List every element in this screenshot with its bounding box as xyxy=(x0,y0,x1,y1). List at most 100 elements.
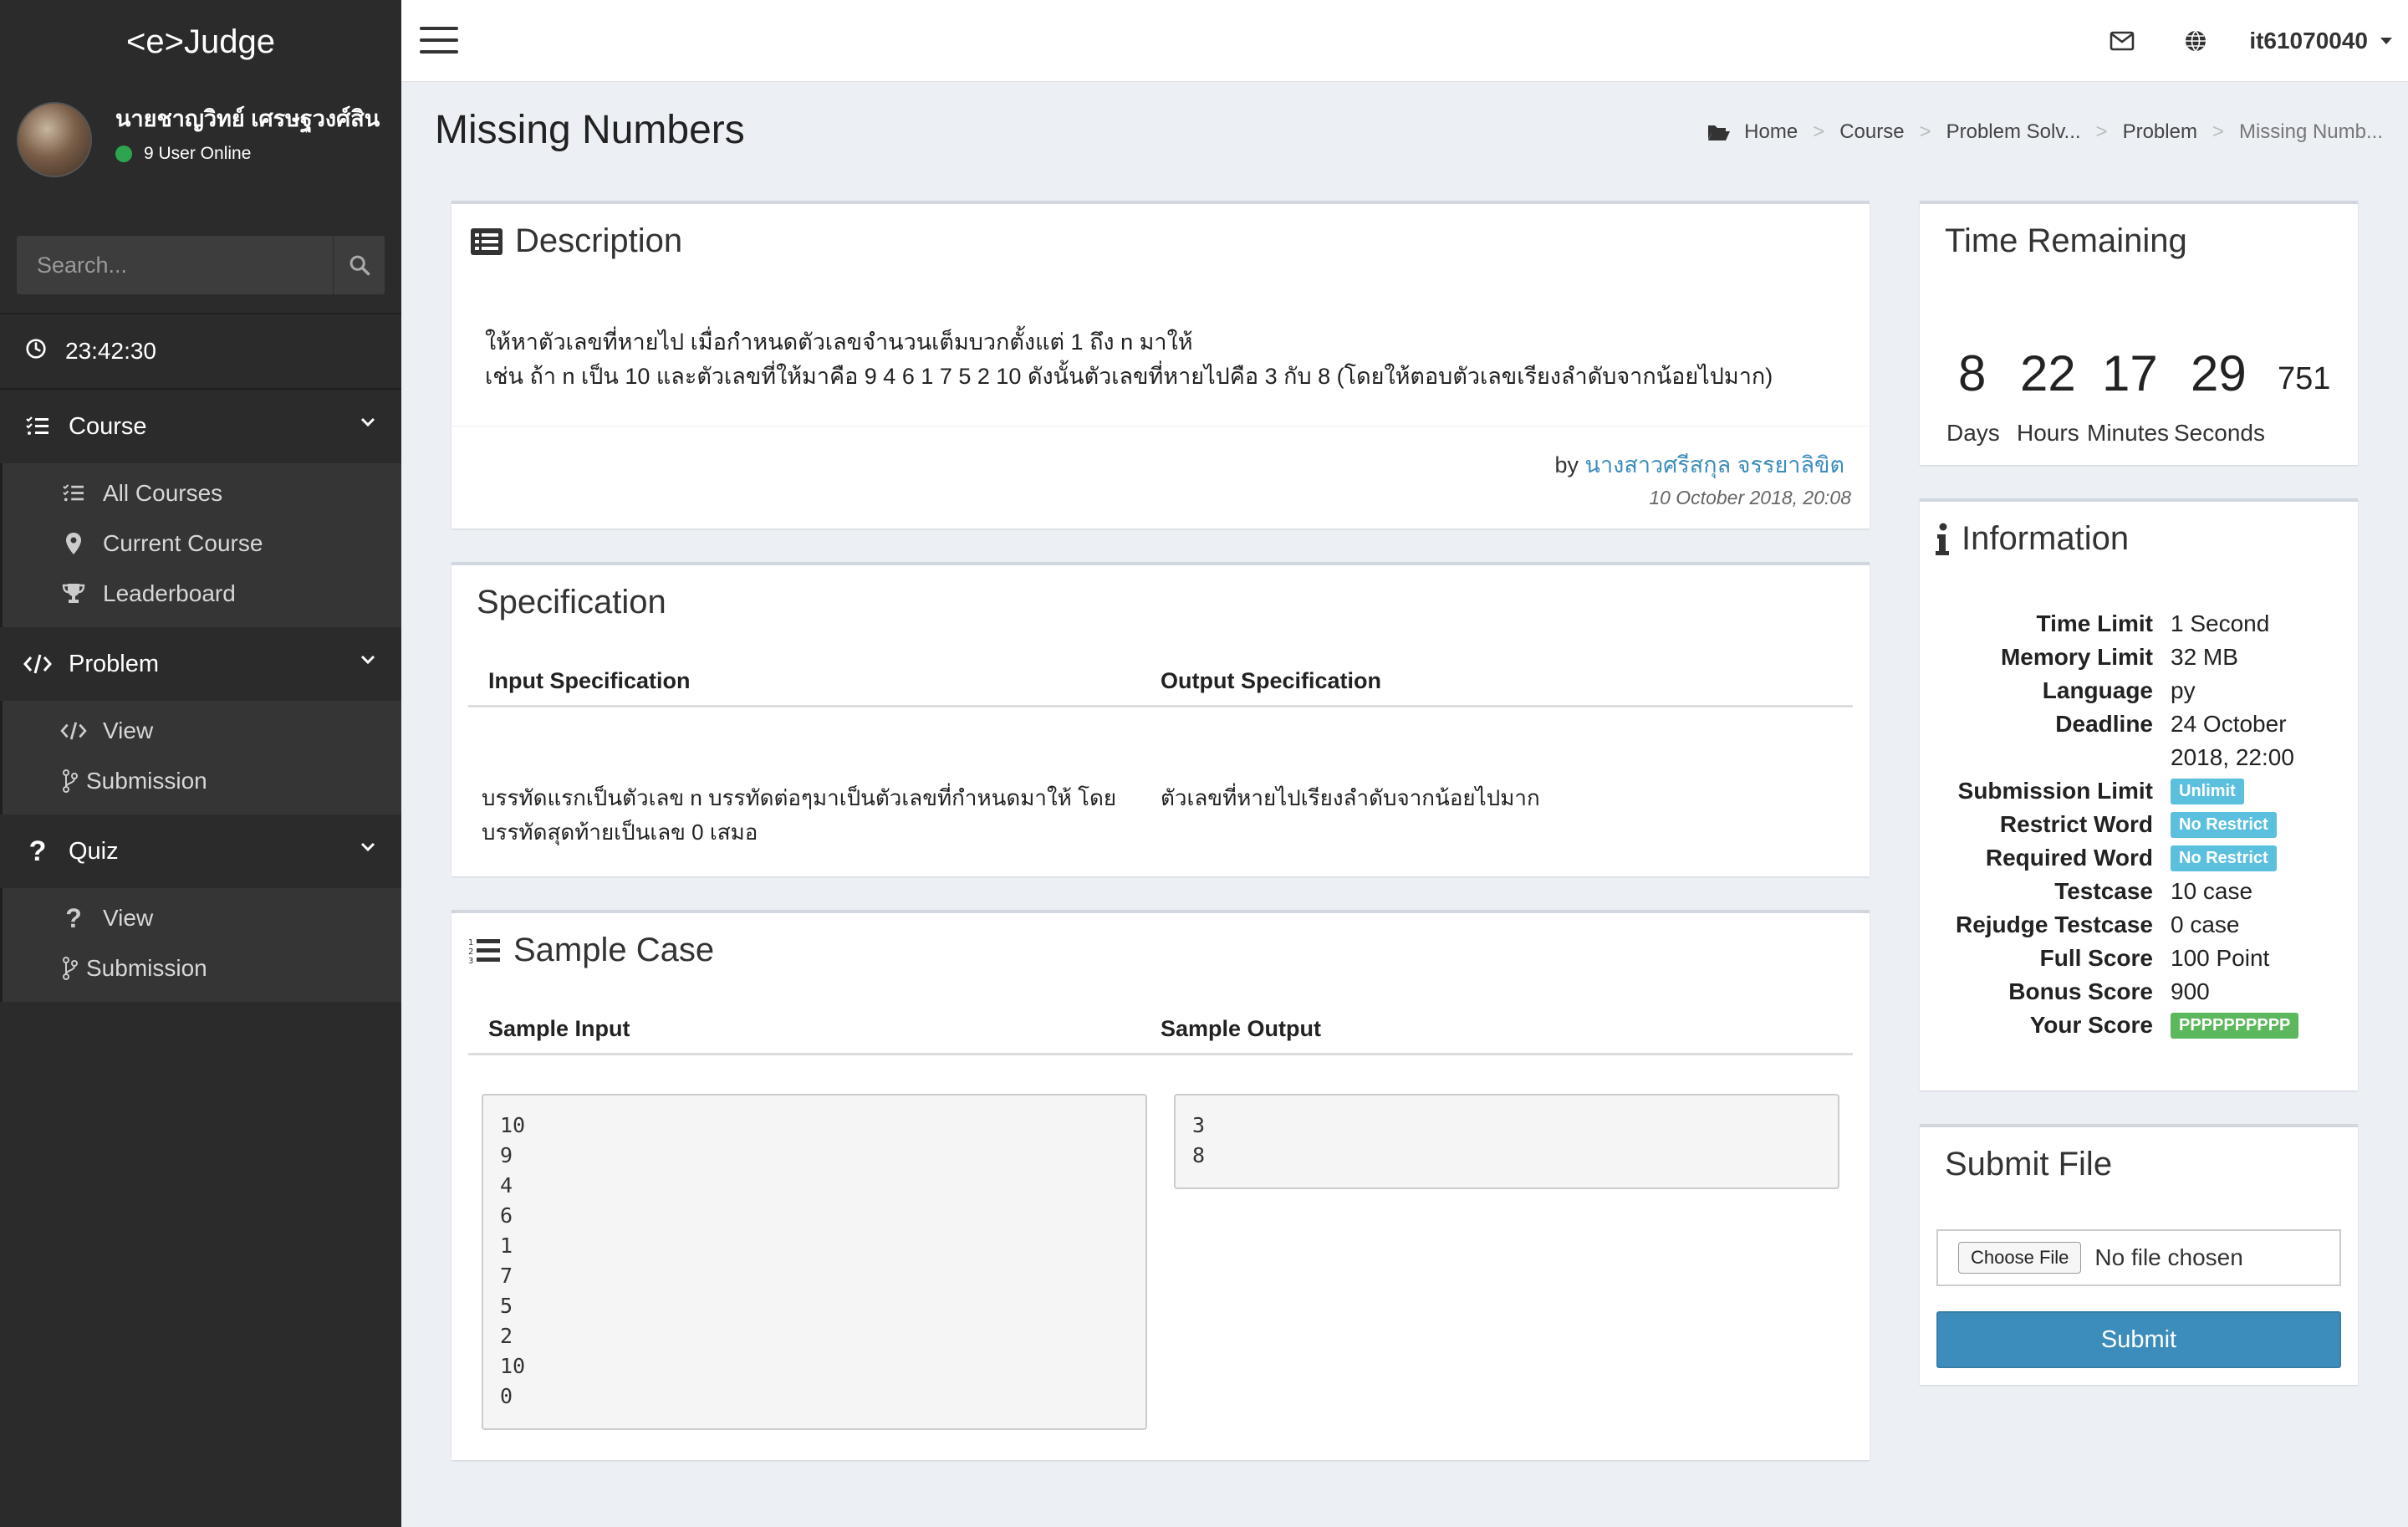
info-row: Bonus Score 900 xyxy=(1920,978,2358,1012)
sample-case-box: 123 Sample Case Sample Input Sample Outp… xyxy=(452,910,1870,1460)
specification-table-header: Input Specification Output Specification xyxy=(468,657,1853,707)
sidebar-item-current-course[interactable]: Current Course xyxy=(3,518,401,569)
description-body: ให้หาตัวเลขที่หายไป เมื่อกำหนดตัวเลขจำนว… xyxy=(485,325,1773,394)
post-date: 10 October 2018, 20:08 xyxy=(1649,487,1851,508)
user-name: นายชาญวิทย์ เศรษฐวงศ์สิน xyxy=(115,106,380,131)
description-header: Description xyxy=(470,222,682,260)
info-row: Time Limit 1 Second xyxy=(1920,610,2358,644)
info-value: py xyxy=(2171,677,2196,703)
breadcrumb-problem-set[interactable]: Problem Solv... xyxy=(1946,120,2081,144)
sidebar-item-all-courses[interactable]: All Courses xyxy=(3,468,401,518)
breadcrumb-problem[interactable]: Problem xyxy=(2123,120,2197,144)
breadcrumb-course[interactable]: Course xyxy=(1839,120,1904,144)
messages-button[interactable] xyxy=(2085,31,2159,51)
info-row: Testcase 10 case xyxy=(1920,878,2358,912)
minutes-label: Minutes xyxy=(2087,420,2170,446)
quiz-submenu: ? View Submission xyxy=(0,888,401,1002)
info-value: 2018, 22:00 xyxy=(2171,744,2294,770)
sidebar-item-label: All Courses xyxy=(103,480,223,506)
info-key: Required Word xyxy=(1985,845,2153,871)
file-chosen-label: No file chosen xyxy=(2094,1244,2243,1270)
question-icon: ? xyxy=(28,835,47,867)
info-value: PPPPPPPPPP xyxy=(2171,1012,2299,1041)
choose-file-button[interactable]: Choose File xyxy=(1958,1242,2082,1274)
author-link[interactable]: นางสาวศรีสกุล จรรยาลิขิต xyxy=(1585,452,1844,478)
sidebar-menu-course-label: Course xyxy=(69,412,147,440)
sidebar-item-quiz-submission[interactable]: Submission xyxy=(3,943,401,993)
sample-input-block[interactable]: 10 9 4 6 1 7 5 2 10 0 xyxy=(482,1094,1147,1430)
globe-icon xyxy=(2186,30,2206,52)
sidebar-menu-course[interactable]: Course xyxy=(0,390,401,463)
info-value: 0 case xyxy=(2171,912,2240,937)
sidebar-menu-quiz[interactable]: ? Quiz xyxy=(0,815,401,888)
information-box: Information Time Limit 1 Second Memory Lim… xyxy=(1920,498,2358,1090)
sidebar-item-problem-submission[interactable]: Submission xyxy=(3,756,401,806)
sidebar-toggle-icon[interactable] xyxy=(420,27,458,54)
sidebar-item-quiz-view[interactable]: ? View xyxy=(3,893,401,943)
info-value: Unlimit xyxy=(2171,778,2244,807)
info-value: 24 October xyxy=(2171,711,2287,737)
submit-button[interactable]: Submit xyxy=(1936,1311,2341,1368)
info-key: Bonus Score xyxy=(2008,978,2153,1004)
information-header: Information xyxy=(1935,520,2129,558)
top-navbar: it61070040 xyxy=(401,0,2408,82)
sidebar-search xyxy=(17,236,385,294)
list-check-icon xyxy=(59,483,88,503)
sample-case-header: 123 Sample Case xyxy=(468,932,714,969)
user-panel: นายชาญวิทย์ เศรษฐวงศ์สิน 9 User Online xyxy=(0,84,401,227)
info-key: Time Limit xyxy=(2036,610,2153,636)
trophy-icon xyxy=(59,582,88,605)
sidebar: <e>Judge นายชาญวิทย์ เศรษฐวงศ์สิน 9 User… xyxy=(0,0,401,1527)
language-button[interactable] xyxy=(2159,29,2232,53)
breadcrumb-home[interactable]: Home xyxy=(1744,120,1798,144)
avatar xyxy=(17,102,92,177)
sidebar-item-problem-view[interactable]: View xyxy=(3,706,401,756)
search-input[interactable] xyxy=(17,236,333,294)
specification-row: บรรทัดแรกเป็นตัวเลข n บรรทัดต่อๆมาเป็นตั… xyxy=(468,781,1853,850)
info-row: Deadline 24 October xyxy=(1920,711,2358,744)
folder-open-icon xyxy=(1708,125,1731,140)
brand-logo[interactable]: <e>Judge xyxy=(0,0,401,84)
info-row: Required Word No Restrict xyxy=(1920,845,2358,878)
description-box: Description ให้หาตัวเลขที่หายไป เมื่อกำห… xyxy=(452,201,1870,529)
by-label: by xyxy=(1554,452,1579,478)
sidebar-item-label: View xyxy=(103,718,154,743)
info-icon xyxy=(1935,523,1950,556)
sidebar-item-leaderboard[interactable]: Leaderboard xyxy=(3,569,401,619)
info-value: 900 xyxy=(2171,978,2210,1004)
sidebar-item-label: Submission xyxy=(86,768,207,794)
info-value: 10 case xyxy=(2171,878,2253,904)
info-row: Your Score PPPPPPPPPP xyxy=(1920,1012,2358,1045)
sample-input-header: Sample Input xyxy=(488,1016,630,1041)
info-key: Full Score xyxy=(2039,945,2153,971)
author-line: by นางสาวศรีสกุล จรรยาลิขิต xyxy=(1554,447,1844,483)
envelope-icon xyxy=(2110,31,2135,51)
file-input[interactable]: Choose File No file chosen xyxy=(1936,1229,2341,1286)
code-branch-icon xyxy=(61,957,79,980)
svg-text:2: 2 xyxy=(468,947,473,957)
specification-title: Specification xyxy=(477,584,666,621)
seconds-label: Seconds xyxy=(2174,420,2265,446)
search-button[interactable] xyxy=(333,236,385,294)
sample-output-block[interactable]: 3 8 xyxy=(1174,1094,1839,1189)
sidebar-menu-problem[interactable]: Problem xyxy=(0,627,401,701)
info-key: Restrict Word xyxy=(1999,811,2153,837)
time-remaining-box: Time Remaining 8 22 17 29 751 Days Hours… xyxy=(1920,201,2358,465)
user-menu[interactable]: it61070040 xyxy=(2249,28,2393,54)
countdown-days: 8 xyxy=(1958,345,1987,401)
info-value: No Restrict xyxy=(2171,845,2277,874)
info-badge: No Restrict xyxy=(2171,845,2277,871)
countdown-hours: 22 xyxy=(2020,345,2076,401)
chevron-down-icon xyxy=(360,417,375,427)
online-count: 9 User Online xyxy=(144,144,252,163)
countdown-minutes: 17 xyxy=(2102,345,2158,401)
search-icon xyxy=(349,255,370,276)
chevron-down-icon xyxy=(360,842,375,852)
input-spec-header: Input Specification xyxy=(488,668,691,693)
sidebar-menu-quiz-label: Quiz xyxy=(69,837,119,865)
list-alt-icon xyxy=(470,227,503,256)
hours-label: Hours xyxy=(2017,420,2079,446)
code-icon xyxy=(59,721,88,741)
countdown-milliseconds: 751 xyxy=(2278,361,2331,396)
info-value: 100 Point xyxy=(2171,945,2270,971)
